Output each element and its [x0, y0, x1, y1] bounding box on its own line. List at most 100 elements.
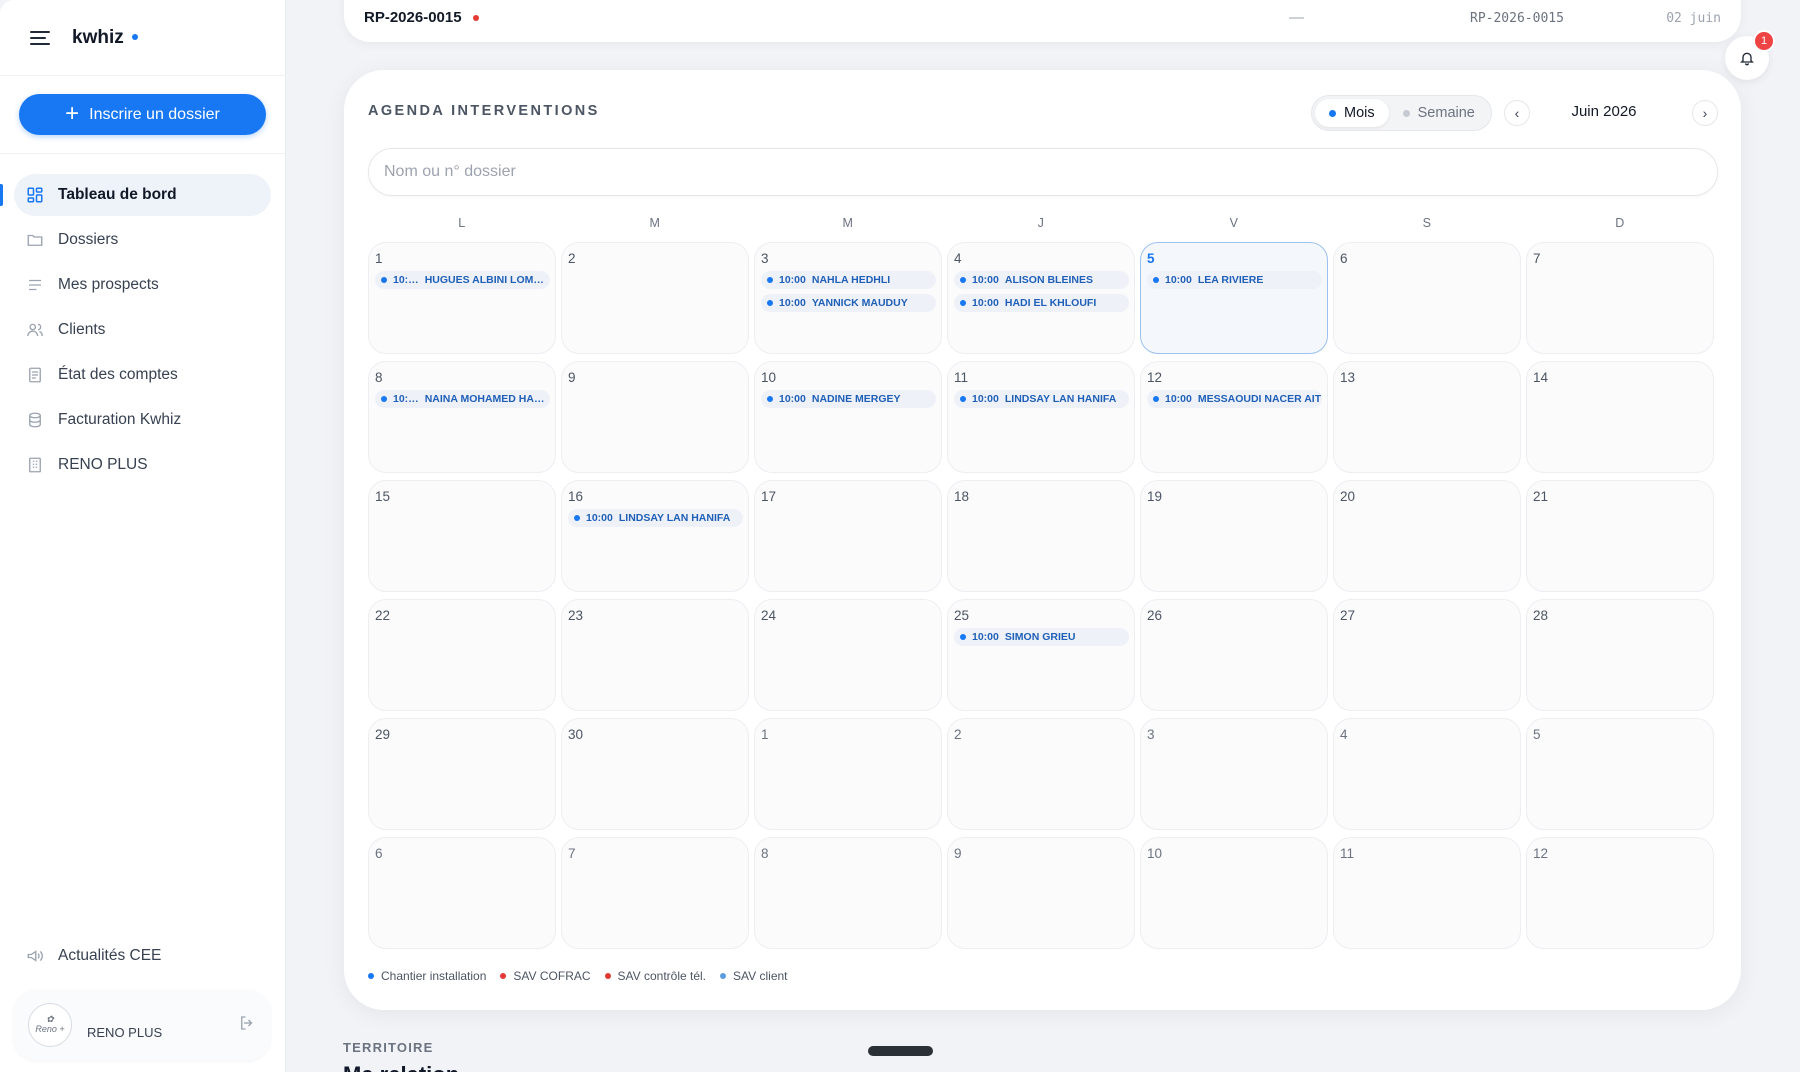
calendar-event[interactable]: 10:00 NADINE MERGEY	[761, 390, 936, 408]
calendar-day[interactable]: 8	[754, 837, 942, 949]
calendar-event[interactable]: 10:00 SIMON GRIEU	[954, 628, 1129, 646]
calendar-day[interactable]: 16 10:00 LINDSAY LAN HANIFA	[561, 480, 749, 592]
weekday-header: S	[1422, 216, 1432, 230]
calendar-day[interactable]: 9	[947, 837, 1135, 949]
legend-dot	[604, 973, 611, 979]
calendar-day[interactable]: 7	[561, 837, 749, 949]
calendar-day[interactable]: 29	[368, 718, 556, 830]
calendar-day[interactable]: 8 10:… NAINA MOHAMED HAN…	[368, 361, 556, 473]
day-number: 29	[375, 727, 391, 742]
legend: Chantier installation SAV COFRAC SAV contr…	[368, 969, 788, 983]
event-name: ALISON BLEINES	[1004, 274, 1093, 286]
calendar-day[interactable]: 9	[561, 361, 749, 473]
calendar-day[interactable]: 23	[561, 599, 749, 711]
sidebar-item-label: État des comptes	[58, 366, 178, 383]
sidebar-item-reno-plus[interactable]: RENO PLUS	[14, 444, 271, 486]
calendar-day[interactable]: 10 10:00 NADINE MERGEY	[754, 361, 942, 473]
calendar-day[interactable]: 17	[754, 480, 942, 592]
calendar-day[interactable]: 5 10:00 LEA RIVIERE	[1140, 242, 1328, 354]
sidebar-item-label: Actualités CEE	[58, 947, 162, 964]
prev-month-button[interactable]: ‹	[1504, 100, 1530, 126]
day-number: 18	[954, 489, 970, 504]
weekday-header: D	[1615, 216, 1625, 230]
calendar-event[interactable]: 10:00 NAHLA HEDHLI	[761, 271, 936, 289]
sidebar-item-actualites[interactable]: Actualités CEE	[14, 935, 161, 977]
day-number: 22	[375, 608, 391, 623]
calendar-day[interactable]: 13	[1333, 361, 1521, 473]
calendar-event[interactable]: 10:00 YANNICK MAUDUY	[761, 294, 936, 312]
calendar-day[interactable]: 20	[1333, 480, 1521, 592]
calendar-day[interactable]: 10	[1140, 837, 1328, 949]
dashboard-icon	[26, 186, 44, 204]
calendar-day[interactable]: 27	[1333, 599, 1521, 711]
calendar-day[interactable]: 11 10:00 LINDSAY LAN HANIFA	[947, 361, 1135, 473]
calendar-event[interactable]: 10:00 ALISON BLEINES	[954, 271, 1129, 289]
calendar-day[interactable]: 3 10:00 NAHLA HEDHLI 10:00 YANNICK MAUDUY	[754, 242, 942, 354]
calendar-event[interactable]: 10:… NAINA MOHAMED HAN…	[375, 390, 550, 408]
calendar-day[interactable]: 22	[368, 599, 556, 711]
calendar-day[interactable]: 5	[1526, 718, 1714, 830]
record-ref[interactable]: RP-2026-0015	[364, 9, 462, 26]
calendar-day[interactable]: 12 10:00 MESSAOUDI NACER AIT	[1140, 361, 1328, 473]
event-dot	[381, 396, 387, 402]
day-number: 28	[1533, 608, 1549, 623]
day-number: 8	[761, 846, 769, 861]
calendar-event[interactable]: 10:00 MESSAOUDI NACER AIT	[1147, 390, 1322, 408]
account-card[interactable]: ✿ Reno + RENO PLUS	[14, 990, 270, 1060]
sidebar-item-clients[interactable]: Clients	[14, 309, 271, 351]
sidebar-item-dossiers[interactable]: Dossiers	[14, 219, 271, 261]
calendar-day[interactable]: 3	[1140, 718, 1328, 830]
calendar-event[interactable]: 10:00 LINDSAY LAN HANIFA	[568, 509, 743, 527]
view-month-button[interactable]: Mois	[1315, 99, 1389, 127]
calendar-day[interactable]: 7	[1526, 242, 1714, 354]
day-number: 3	[761, 251, 769, 266]
calendar-day[interactable]: 1	[754, 718, 942, 830]
sidebar-item-mes-prospects[interactable]: Mes prospects	[14, 264, 271, 306]
calendar-day[interactable]: 18	[947, 480, 1135, 592]
day-number: 19	[1147, 489, 1163, 504]
calendar-day[interactable]: 26	[1140, 599, 1328, 711]
calendar-day[interactable]: 1 10:… HUGUES ALBINI LOMA…	[368, 242, 556, 354]
avatar: ✿ Reno +	[28, 1003, 72, 1047]
calendar-day[interactable]: 4	[1333, 718, 1521, 830]
event-time: 10:00	[972, 631, 999, 643]
calendar-day[interactable]: 2	[947, 718, 1135, 830]
calendar-day[interactable]: 25 10:00 SIMON GRIEU	[947, 599, 1135, 711]
day-number: 7	[568, 846, 576, 861]
calendar-day[interactable]: 14	[1526, 361, 1714, 473]
register-dossier-label: Inscrire un dossier	[89, 105, 220, 123]
logout-icon[interactable]	[238, 1014, 256, 1037]
calendar-day[interactable]: 4 10:00 ALISON BLEINES 10:00 HADI EL KHLOUFI	[947, 242, 1135, 354]
view-week-button[interactable]: Semaine	[1389, 99, 1489, 127]
event-dot	[960, 277, 966, 283]
day-number: 10	[761, 370, 777, 385]
calendar-day[interactable]: 30	[561, 718, 749, 830]
sidebar-item-label: Mes prospects	[58, 276, 159, 293]
calendar-day[interactable]: 21	[1526, 480, 1714, 592]
calendar-day[interactable]: 11	[1333, 837, 1521, 949]
calendar-event[interactable]: 10:00 LINDSAY LAN HANIFA	[954, 390, 1129, 408]
search-input[interactable]	[368, 148, 1718, 196]
calendar-day[interactable]: 15	[368, 480, 556, 592]
calendar-event[interactable]: 10:00 HADI EL KHLOUFI	[954, 294, 1129, 312]
calendar-day[interactable]: 24	[754, 599, 942, 711]
event-name: YANNICK MAUDUY	[811, 297, 908, 309]
sidebar-item--tat-des-comptes[interactable]: État des comptes	[14, 354, 271, 396]
sidebar-item-facturation-kwhiz[interactable]: Facturation Kwhiz	[14, 399, 271, 441]
event-name: HADI EL KHLOUFI	[1004, 297, 1097, 309]
calendar-day[interactable]: 19	[1140, 480, 1328, 592]
menu-icon[interactable]	[30, 30, 50, 45]
next-month-button[interactable]: ›	[1692, 100, 1718, 126]
calendar-event[interactable]: 10:… HUGUES ALBINI LOMA…	[375, 271, 550, 289]
calendar-day[interactable]: 12	[1526, 837, 1714, 949]
register-dossier-button[interactable]: + Inscrire un dossier	[19, 94, 266, 135]
notifications-button[interactable]: 1	[1725, 30, 1775, 80]
calendar-event[interactable]: 10:00 LEA RIVIERE	[1147, 271, 1322, 289]
calendar-day[interactable]: 6	[1333, 242, 1521, 354]
day-number: 4	[1340, 727, 1348, 742]
calendar-day[interactable]: 28	[1526, 599, 1714, 711]
event-name: SIMON GRIEU	[1004, 631, 1076, 643]
sidebar-item-tableau-de-bord[interactable]: Tableau de bord	[0, 174, 271, 216]
calendar-day[interactable]: 6	[368, 837, 556, 949]
calendar-day[interactable]: 2	[561, 242, 749, 354]
